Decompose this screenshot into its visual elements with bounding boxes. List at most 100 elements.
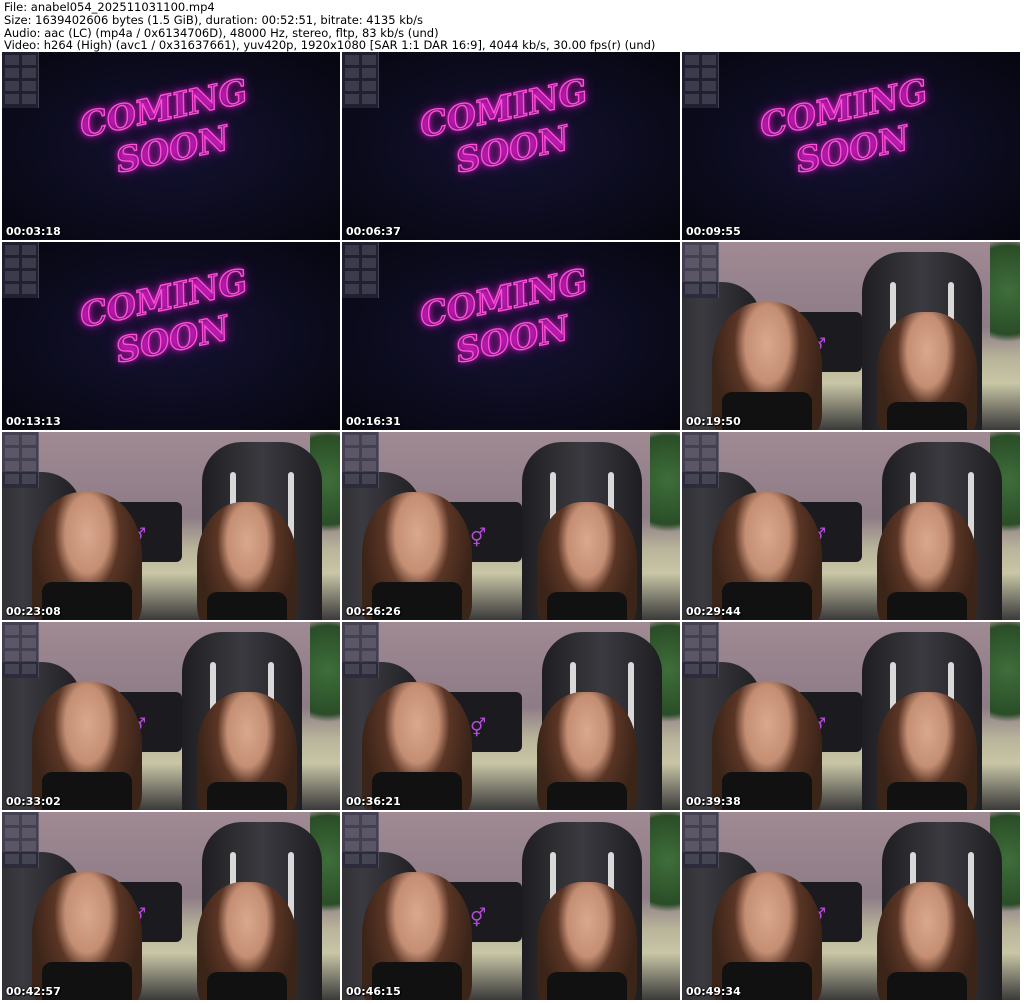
overlay-cell	[22, 474, 36, 484]
thumbnail-timestamp: 00:36:21	[346, 795, 401, 808]
video-thumbnail[interactable]: ⚥ 00:26:26	[342, 432, 680, 620]
stream-stats-overlay	[2, 52, 39, 108]
stream-stats-overlay	[2, 812, 39, 868]
overlay-cell	[345, 664, 359, 674]
overlay-cell	[5, 638, 19, 648]
overlay-cell	[702, 474, 716, 484]
video-thumbnail[interactable]: COMING SOON 00:16:31	[342, 242, 680, 430]
video-thumbnail[interactable]: ⚥00:39:38	[682, 622, 1020, 810]
video-thumbnail[interactable]: ⚥00:19:50	[682, 242, 1020, 430]
overlay-cell	[362, 651, 376, 661]
overlay-cell	[22, 625, 36, 635]
overlay-cell	[5, 94, 19, 104]
video-thumbnail[interactable]: COMING SOON 00:09:55	[682, 52, 1020, 240]
overlay-cell	[345, 271, 359, 281]
video-thumbnail[interactable]: COMING SOON 00:06:37	[342, 52, 680, 240]
overlay-cell	[22, 815, 36, 825]
overlay-cell	[345, 81, 359, 91]
overlay-cell	[685, 651, 699, 661]
video-thumbnail[interactable]: ⚥00:23:08	[2, 432, 340, 620]
video-thumbnail[interactable]: COMING SOON 00:13:13	[2, 242, 340, 430]
overlay-cell	[362, 68, 376, 78]
overlay-cell	[685, 815, 699, 825]
stream-stats-overlay	[342, 52, 379, 108]
overlay-cell	[685, 461, 699, 471]
overlay-cell	[22, 854, 36, 864]
overlay-cell	[702, 284, 716, 294]
video-thumbnail[interactable]: ⚥00:49:34	[682, 812, 1020, 1000]
overlay-cell	[685, 448, 699, 458]
overlay-cell	[22, 841, 36, 851]
video-thumbnail[interactable]: COMING SOON 00:03:18	[2, 52, 340, 240]
coming-soon-neon-text: COMING SOON	[742, 68, 963, 227]
clothing	[547, 782, 627, 810]
overlay-cell	[685, 81, 699, 91]
overlay-cell	[345, 854, 359, 864]
overlay-cell	[702, 94, 716, 104]
stream-stats-overlay	[342, 812, 379, 868]
stream-stats-overlay	[682, 812, 719, 868]
overlay-cell	[362, 664, 376, 674]
overlay-cell	[362, 474, 376, 484]
overlay-cell	[702, 55, 716, 65]
overlay-cell	[5, 55, 19, 65]
thumbnail-timestamp: 00:09:55	[686, 225, 741, 238]
overlay-cell	[22, 68, 36, 78]
file-size-line: Size: 1639402606 bytes (1.5 GiB), durati…	[4, 12, 424, 27]
overlay-cell	[5, 815, 19, 825]
overlay-cell	[345, 474, 359, 484]
overlay-cell	[362, 461, 376, 471]
stream-stats-overlay	[2, 622, 39, 678]
video-thumbnail[interactable]: ⚥ 00:36:21	[342, 622, 680, 810]
overlay-cell	[685, 258, 699, 268]
overlay-cell	[345, 55, 359, 65]
thumbnail-timestamp: 00:03:18	[6, 225, 61, 238]
stream-stats-overlay	[682, 432, 719, 488]
overlay-cell	[685, 854, 699, 864]
overlay-cell	[702, 258, 716, 268]
overlay-cell	[362, 828, 376, 838]
overlay-cell	[685, 828, 699, 838]
overlay-cell	[345, 94, 359, 104]
overlay-cell	[22, 245, 36, 255]
overlay-cell	[685, 284, 699, 294]
overlay-cell	[702, 81, 716, 91]
video-thumbnail[interactable]: ⚥00:29:44	[682, 432, 1020, 620]
overlay-cell	[702, 651, 716, 661]
overlay-cell	[702, 625, 716, 635]
video-thumbnail[interactable]: ⚥00:42:57	[2, 812, 340, 1000]
file-info-header: File: anabel054_202511031100.mp4 Size: 1…	[4, 1, 655, 52]
clothing	[547, 972, 627, 1000]
video-thumbnail[interactable]: ⚥00:33:02	[2, 622, 340, 810]
clothing	[207, 782, 287, 810]
overlay-cell	[702, 461, 716, 471]
overlay-cell	[22, 55, 36, 65]
overlay-cell	[22, 435, 36, 445]
stream-stats-overlay	[682, 242, 719, 298]
overlay-cell	[5, 258, 19, 268]
overlay-cell	[345, 638, 359, 648]
stream-stats-overlay	[682, 622, 719, 678]
overlay-cell	[362, 258, 376, 268]
overlay-cell	[685, 68, 699, 78]
gender-symbol-icon: ⚥	[470, 908, 487, 929]
video-thumbnail[interactable]: ⚥ 00:46:15	[342, 812, 680, 1000]
thumbnail-timestamp: 00:26:26	[346, 605, 401, 618]
coming-soon-neon-text: COMING SOON	[402, 258, 623, 417]
overlay-cell	[702, 435, 716, 445]
stream-stats-overlay	[342, 242, 379, 298]
thumbnail-timestamp: 00:46:15	[346, 985, 401, 998]
clothing	[207, 972, 287, 1000]
overlay-cell	[5, 474, 19, 484]
plant-decoration	[990, 242, 1020, 362]
overlay-cell	[362, 81, 376, 91]
overlay-cell	[22, 448, 36, 458]
overlay-cell	[702, 68, 716, 78]
overlay-cell	[702, 664, 716, 674]
overlay-cell	[22, 94, 36, 104]
overlay-cell	[702, 828, 716, 838]
stream-stats-overlay	[2, 432, 39, 488]
overlay-cell	[685, 841, 699, 851]
overlay-cell	[5, 284, 19, 294]
clothing	[207, 592, 287, 620]
